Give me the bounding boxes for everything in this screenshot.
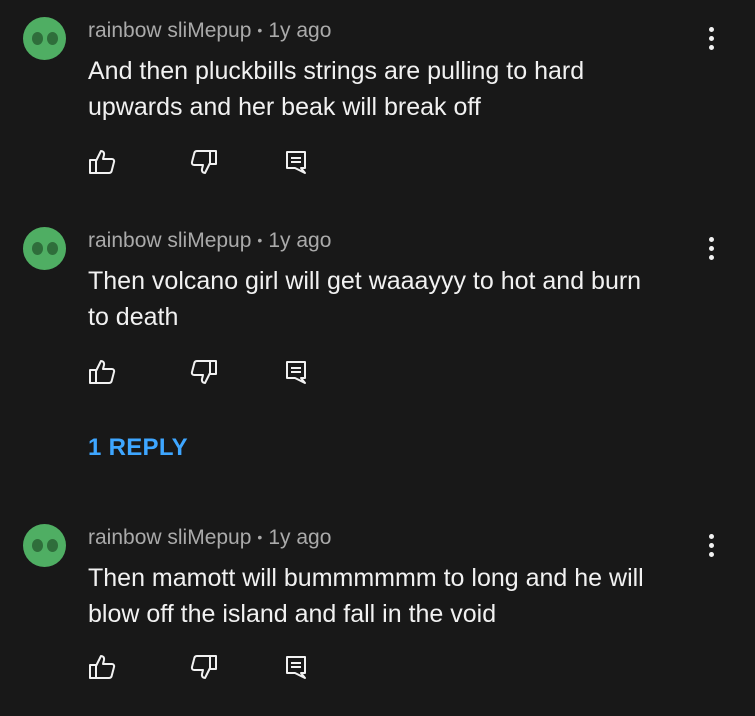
- comment-text: Then volcano girl will get waaayyy to ho…: [88, 267, 642, 331]
- avatar-eye: [47, 32, 58, 45]
- comment-item: rainbow sliMepup • 1y ago And then pluckbi…: [0, 17, 755, 197]
- dislike-button[interactable]: [189, 652, 219, 682]
- comment-meta: rainbow sliMepup • 1y ago: [88, 227, 331, 254]
- avatar[interactable]: [23, 17, 66, 60]
- thumbs-down-icon: [190, 150, 217, 174]
- comment-time[interactable]: 1y ago: [268, 19, 331, 42]
- more-vertical-icon-dot: [708, 35, 714, 41]
- more-vertical-icon: [708, 533, 714, 539]
- like-button[interactable]: [87, 147, 117, 177]
- reply-button[interactable]: [281, 652, 311, 682]
- comment-author[interactable]: rainbow sliMepup: [88, 229, 251, 252]
- more-vertical-icon-dot: [708, 542, 714, 548]
- comment-time[interactable]: 1y ago: [268, 526, 331, 549]
- thumbs-up-icon: [89, 360, 116, 384]
- dislike-button[interactable]: [189, 147, 219, 177]
- comment-author[interactable]: rainbow sliMepup: [88, 526, 251, 549]
- reply-comment-icon: [286, 151, 306, 174]
- more-options-button[interactable]: [696, 233, 726, 263]
- avatar-eye: [32, 242, 43, 255]
- dislike-button[interactable]: [189, 357, 219, 387]
- thumbs-down-icon: [190, 655, 217, 679]
- avatar-eye: [47, 539, 58, 552]
- comment-text: And then pluckbills strings are pulling …: [88, 57, 585, 121]
- view-replies-button[interactable]: 1 REPLY: [88, 432, 188, 464]
- thumbs-up-icon: [89, 150, 116, 174]
- avatar-eye: [47, 242, 58, 255]
- like-button[interactable]: [87, 357, 117, 387]
- comment-author[interactable]: rainbow sliMepup: [88, 19, 251, 42]
- more-vertical-icon-dot: [708, 245, 714, 251]
- avatar-eye: [32, 539, 43, 552]
- more-options-button[interactable]: [696, 530, 726, 560]
- more-vertical-icon: [708, 236, 714, 242]
- more-vertical-icon-dot: [708, 551, 714, 557]
- avatar[interactable]: [23, 524, 66, 567]
- thumbs-up-icon: [89, 655, 116, 679]
- reply-button[interactable]: [281, 147, 311, 177]
- comment-text: Then mamott will bummmmmm to long and he…: [88, 564, 644, 628]
- thumbs-down-icon: [190, 360, 217, 384]
- reply-button[interactable]: [281, 357, 311, 387]
- more-vertical-icon-dot: [708, 44, 714, 50]
- avatar-eye: [32, 32, 43, 45]
- more-vertical-icon-dot: [708, 254, 714, 260]
- comment-time[interactable]: 1y ago: [268, 229, 331, 252]
- reply-comment-icon: [286, 361, 306, 384]
- comment-item: rainbow sliMepup • 1y ago Then mamott will…: [0, 524, 755, 704]
- meta-separator: •: [257, 529, 263, 545]
- meta-separator: •: [257, 22, 263, 38]
- comment-meta: rainbow sliMepup • 1y ago: [88, 17, 331, 44]
- like-button[interactable]: [87, 652, 117, 682]
- more-options-button[interactable]: [696, 23, 726, 53]
- meta-separator: •: [257, 232, 263, 248]
- avatar[interactable]: [23, 227, 66, 270]
- comment-item: rainbow sliMepup • 1y ago Then volcano gir…: [0, 227, 755, 407]
- more-vertical-icon: [708, 26, 714, 32]
- reply-comment-icon: [286, 656, 306, 679]
- comment-meta: rainbow sliMepup • 1y ago: [88, 524, 331, 551]
